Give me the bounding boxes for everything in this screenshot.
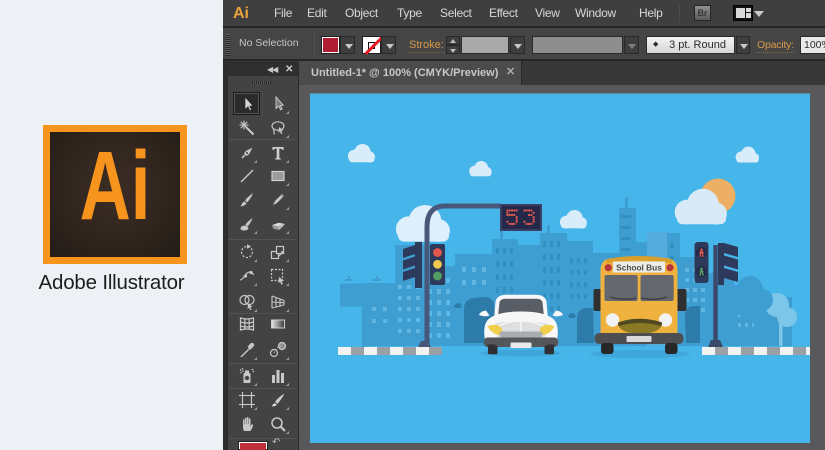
svg-text:School Bus: School Bus xyxy=(616,262,662,272)
